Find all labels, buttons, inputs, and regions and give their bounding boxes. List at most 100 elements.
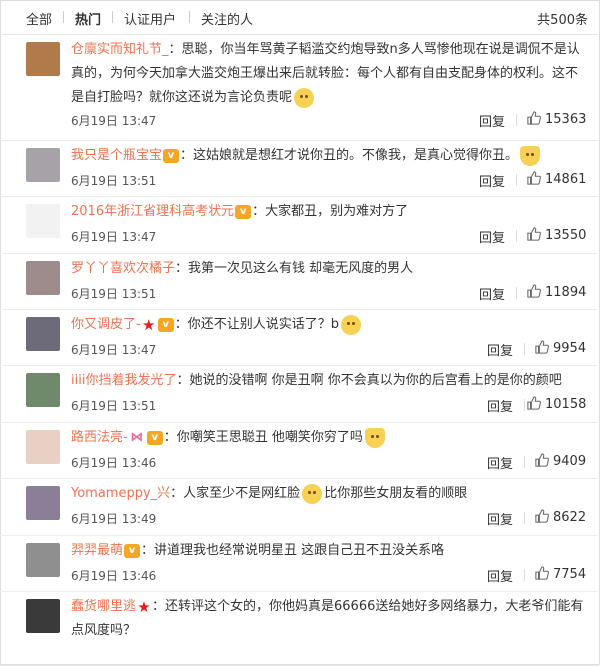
comment-text-block: Yomameppy_兴：人家至少不是网红脸 比你那些女朋友看的顺眼 bbox=[71, 482, 584, 506]
reply-button[interactable]: 回复 bbox=[487, 340, 513, 359]
comment-text-block: 路西法亮- ⋈ v ：你嘲笑王思聪丑 他嘲笑你穷了吗 bbox=[71, 426, 584, 450]
star-badge-icon: ★ bbox=[141, 315, 156, 334]
action-divider bbox=[524, 569, 525, 581]
comment-body: ：你还不让别人说实话了？b bbox=[174, 317, 339, 332]
reply-button[interactable]: 回复 bbox=[479, 227, 505, 246]
comment-timestamp: 6月19日 13:46 bbox=[71, 456, 157, 470]
reply-button[interactable]: 回复 bbox=[487, 509, 513, 528]
vip-badge-icon: v bbox=[163, 148, 180, 163]
thumb-up-icon bbox=[535, 340, 549, 354]
like-button[interactable]: 9954 bbox=[535, 340, 586, 356]
like-button[interactable]: 15363 bbox=[527, 111, 586, 127]
like-count: 8622 bbox=[553, 510, 587, 525]
avatar[interactable] bbox=[26, 148, 60, 182]
username-link[interactable]: Yomameppy_兴 bbox=[71, 486, 170, 501]
like-count: 9954 bbox=[553, 341, 587, 356]
username-link[interactable]: 仓廪实而知礼节_ bbox=[71, 42, 169, 57]
comment-text-block: 蠢货哪里逃★：还转评这个女的，你他妈真是66666送给她好多网络暴力，大老爷们能… bbox=[71, 595, 584, 643]
like-button[interactable]: 9409 bbox=[535, 453, 586, 469]
avatar[interactable] bbox=[26, 261, 60, 295]
comment-text-block: 我只是个瓶宝宝 v ：这姑娘就是想红才说你丑的。不像我，是真心觉得你丑。 bbox=[71, 144, 584, 168]
like-count: 11894 bbox=[545, 285, 587, 300]
comment-timestamp: 6月19日 13:51 bbox=[71, 399, 157, 413]
emoji-icon bbox=[364, 427, 385, 448]
action-divider bbox=[516, 114, 517, 126]
avatar[interactable] bbox=[26, 317, 60, 351]
thumb-up-icon bbox=[527, 396, 541, 410]
avatar[interactable] bbox=[26, 486, 60, 520]
tab-verified-users[interactable]: 认证用户 bbox=[124, 9, 176, 28]
like-count: 14861 bbox=[545, 172, 587, 187]
comment-timestamp: 6月19日 13:51 bbox=[71, 174, 157, 188]
reply-button[interactable]: 回复 bbox=[487, 453, 513, 472]
vip-badge-icon: v bbox=[146, 430, 163, 445]
like-button[interactable]: 7754 bbox=[535, 566, 586, 582]
comment-text-block: iiii你挡着我发光了：她说的没错啊 你是丑啊 你不会真以为你的后宫看上的是你的… bbox=[71, 369, 584, 393]
avatar[interactable] bbox=[26, 543, 60, 577]
comment-item: 我只是个瓶宝宝 v ：这姑娘就是想红才说你丑的。不像我，是真心觉得你丑。 6月19日 … bbox=[0, 140, 598, 197]
comment-body: ：这姑娘就是想红才说你丑的。不像我，是真心觉得你丑。 bbox=[180, 148, 519, 163]
username-link[interactable]: 蠢货哪里逃 bbox=[71, 599, 136, 614]
username-link[interactable]: 羿羿最萌 bbox=[71, 543, 123, 558]
thumb-up-icon bbox=[535, 509, 549, 523]
avatar[interactable] bbox=[26, 373, 60, 407]
thumb-up-icon bbox=[535, 566, 549, 580]
comment-item: 仓廪实而知礼节_：思聪，你当年骂黄子韬滥交约炮导致n多人骂惨他现在说是调侃不是认… bbox=[0, 34, 598, 141]
comment-body: ：讲道理我也经常说明星丑 这跟自己丑不丑没关系咯 bbox=[141, 543, 445, 558]
comment-total: 共500条 bbox=[537, 13, 588, 28]
username-link[interactable]: 罗丫丫喜欢次橘子 bbox=[71, 261, 175, 276]
comment-item: iiii你挡着我发光了：她说的没错啊 你是丑啊 你不会真以为你的后宫看上的是你的… bbox=[0, 365, 598, 423]
like-button[interactable]: 10158 bbox=[527, 396, 586, 412]
comment-timestamp: 6月19日 13:47 bbox=[71, 343, 157, 357]
avatar[interactable] bbox=[26, 42, 60, 76]
emoji-icon bbox=[340, 314, 361, 335]
comment-timestamp: 6月19日 13:47 bbox=[71, 230, 157, 244]
comment-text-block: 2016年浙江省理科高考状元 v ：大家都丑，别为难对方了 bbox=[71, 200, 584, 224]
username-link[interactable]: 路西法亮- bbox=[71, 430, 128, 445]
like-button[interactable]: 11894 bbox=[527, 284, 586, 300]
emoji-icon bbox=[302, 483, 323, 504]
reply-button[interactable]: 回复 bbox=[479, 111, 505, 130]
like-button[interactable]: 14861 bbox=[527, 171, 586, 187]
vip-badge-icon: v bbox=[124, 543, 141, 558]
comment-body: ：你嘲笑王思聪丑 他嘲笑你穷了吗 bbox=[163, 430, 363, 445]
tab-all[interactable]: 全部 bbox=[26, 9, 52, 28]
comment-item: 路西法亮- ⋈ v ：你嘲笑王思聪丑 他嘲笑你穷了吗 6月19日 13:46 回复 9409 bbox=[0, 422, 598, 479]
tab-divider bbox=[112, 11, 113, 23]
avatar[interactable] bbox=[26, 599, 60, 633]
comment-body: ：我第一次见这么有钱 却毫无风度的男人 bbox=[175, 261, 414, 276]
reply-button[interactable]: 回复 bbox=[487, 566, 513, 585]
comment-timestamp: 6月19日 13:51 bbox=[71, 287, 157, 301]
comment-text-block: 仓廪实而知礼节_：思聪，你当年骂黄子韬滥交约炮导致n多人骂惨他现在说是调侃不是认… bbox=[71, 38, 584, 110]
reply-button[interactable]: 回复 bbox=[479, 284, 505, 303]
username-link[interactable]: 我只是个瓶宝宝 bbox=[71, 148, 162, 163]
comment-item: 你又调皮了-★ v ：你还不让别人说实话了？b 6月19日 13:47 回复 9954 bbox=[0, 309, 598, 366]
like-count: 9409 bbox=[553, 454, 587, 469]
like-count: 15363 bbox=[545, 112, 587, 127]
comment-item: 蠢货哪里逃★：还转评这个女的，你他妈真是66666送给她好多网络暴力，大老爷们能… bbox=[0, 591, 598, 666]
thumb-up-icon bbox=[527, 171, 541, 185]
avatar[interactable] bbox=[26, 430, 60, 464]
reply-button[interactable]: 回复 bbox=[487, 396, 513, 415]
vip-badge-icon: v bbox=[157, 317, 174, 332]
action-divider bbox=[516, 230, 517, 242]
action-divider bbox=[524, 343, 525, 355]
comment-item: 羿羿最萌 v ：讲道理我也经常说明星丑 这跟自己丑不丑没关系咯 6月19日 13:46… bbox=[0, 535, 598, 592]
like-button[interactable]: 8622 bbox=[535, 509, 586, 525]
username-link[interactable]: 你又调皮了- bbox=[71, 317, 141, 332]
tab-divider bbox=[189, 11, 190, 23]
thumb-up-icon bbox=[527, 111, 541, 125]
reply-button[interactable]: 回复 bbox=[479, 171, 505, 190]
action-divider bbox=[524, 456, 525, 468]
like-button[interactable]: 13550 bbox=[527, 227, 586, 243]
like-count: 10158 bbox=[545, 397, 587, 412]
emoji-icon bbox=[294, 87, 315, 108]
comment-filter-tabs: 全部 热门 认证用户 关注的人 共500条 bbox=[0, 0, 598, 35]
tab-hot[interactable]: 热门 bbox=[75, 9, 101, 28]
tab-following[interactable]: 关注的人 bbox=[201, 9, 253, 28]
username-link[interactable]: 2016年浙江省理科高考状元 bbox=[71, 204, 234, 219]
like-count: 13550 bbox=[545, 228, 587, 243]
comment-timestamp: 6月19日 13:49 bbox=[71, 512, 157, 526]
avatar[interactable] bbox=[26, 204, 60, 238]
username-link[interactable]: iiii你挡着我发光了 bbox=[71, 373, 176, 388]
